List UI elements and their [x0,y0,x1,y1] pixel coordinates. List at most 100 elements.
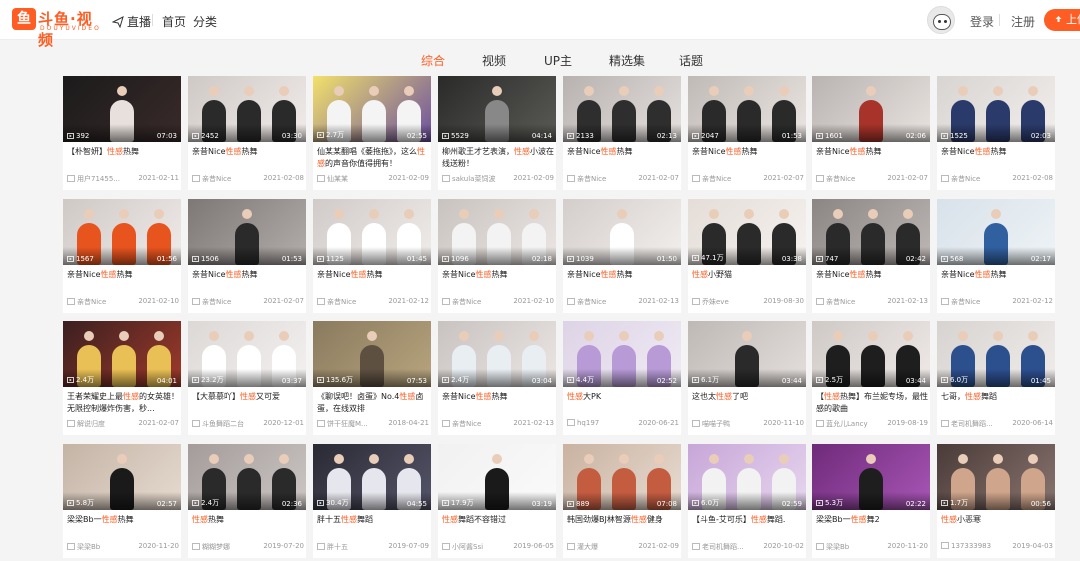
video-thumbnail[interactable]: 2133 02:13 [563,76,681,142]
video-thumbnail[interactable]: 23.2万 03:37 [188,321,306,387]
video-title[interactable]: 韩国劲爆BJ林智源性感健身 [567,514,679,538]
video-title[interactable]: 亲昔Nice性感热舞 [442,391,554,415]
video-thumbnail[interactable]: 2.7万 02:55 [313,76,431,142]
video-thumbnail[interactable]: 135.6万 07:53 [313,321,431,387]
video-title[interactable]: 《聊误吧！卤蛋》No.4性感卤蛋，在线双排 [317,391,429,415]
video-thumbnail[interactable]: 2.4万 04:01 [63,321,181,387]
video-thumbnail[interactable]: 392 07:03 [63,76,181,142]
uploader-link[interactable]: sakula菜饲波 [442,174,504,184]
uploader-link[interactable]: 梁梁Bb [67,542,129,552]
tab-videos[interactable]: 视频 [482,52,506,69]
video-card[interactable]: 6.0万 02:59 【斗鱼-艾可乐】性感舞蹈. 老司机舞蹈... 2020-10-02 [688,444,806,558]
video-title[interactable]: 【性感热舞】布兰妮专场，最性感的歌曲 [816,391,928,415]
video-title[interactable]: 性感小恶寒 [941,514,1053,538]
video-title[interactable]: 【斗鱼-艾可乐】性感舞蹈. [692,514,804,538]
video-thumbnail[interactable]: 5529 04:14 [438,76,556,142]
douyu-video-logo[interactable]: 鱼 斗鱼·视频 DOUYUVIDEO [12,8,100,49]
video-title[interactable]: 亲昔Nice性感热舞 [816,146,928,170]
video-thumbnail[interactable]: 6.1万 03:44 [688,321,806,387]
video-thumbnail[interactable]: 889 07:08 [563,444,681,510]
video-thumbnail[interactable]: 1096 02:18 [438,199,556,265]
uploader-link[interactable]: 亲昔Nice [192,174,254,184]
uploader-link[interactable]: 解说归度 [67,419,129,429]
video-card[interactable]: 2.4万 04:01 王者荣耀史上最性感的女英雄！无限控制爆炸伤害，秒... 解说归度… [63,321,181,435]
video-thumbnail[interactable]: 2.5万 03:44 [812,321,930,387]
video-thumbnail[interactable]: 1506 01:53 [188,199,306,265]
tab-topics[interactable]: 话题 [679,52,703,69]
video-card[interactable]: 2.7万 02:55 仙某某翻唱《萎拖拖》，这么性感的声音你值得拥有！ 仙某某 2021… [313,76,431,190]
video-card[interactable]: 47.1万 03:38 性感小野猫 乔妹eve 2019-08-30 [688,199,806,313]
video-thumbnail[interactable]: 2.4万 03:04 [438,321,556,387]
uploader-link[interactable]: hq197 [567,419,629,427]
uploader-link[interactable]: 亲昔Nice [442,419,504,429]
uploader-link[interactable]: 梁梁Bb [816,542,878,552]
video-title[interactable]: 亲昔Nice性感热舞 [567,146,679,170]
uploader-link[interactable]: 胖十五 [317,542,379,552]
video-title[interactable]: 王者荣耀史上最性感的女英雄！无限控制爆炸伤害，秒... [67,391,179,415]
video-thumbnail[interactable]: 2.4万 02:36 [188,444,306,510]
video-title[interactable]: 胖十五性感舞蹈 [317,514,429,538]
user-avatar[interactable] [927,6,955,34]
video-card[interactable]: 2.4万 02:36 性感热舞 糊糊梦娜 2019-07-20 [188,444,306,558]
video-card[interactable]: 2133 02:13 亲昔Nice性感热舞 亲昔Nice 2021-02-07 [563,76,681,190]
video-thumbnail[interactable]: 747 02:42 [812,199,930,265]
uploader-link[interactable]: 乔妹eve [692,297,754,307]
uploader-link[interactable]: 亲昔Nice [816,297,878,307]
video-card[interactable]: 2047 01:53 亲昔Nice性感热舞 亲昔Nice 2021-02-07 [688,76,806,190]
uploader-link[interactable]: 亲昔Nice [941,174,1003,184]
video-card[interactable]: 1601 02:06 亲昔Nice性感热舞 亲昔Nice 2021-02-07 [812,76,930,190]
video-title[interactable]: 这也太性感了吧 [692,391,804,415]
upload-button[interactable]: 上传 [1044,9,1080,31]
uploader-link[interactable]: 亲昔Nice [67,297,129,307]
video-title[interactable]: 性感热舞 [192,514,304,538]
video-thumbnail[interactable]: 47.1万 03:38 [688,199,806,265]
video-title[interactable]: 亲昔Nice性感热舞 [816,269,928,293]
uploader-link[interactable]: 亲昔Nice [567,174,629,184]
video-thumbnail[interactable]: 1.7万 00:56 [937,444,1055,510]
video-card[interactable]: 568 02:17 亲昔Nice性感热舞 亲昔Nice 2021-02-12 [937,199,1055,313]
uploader-link[interactable]: 喵喵子鸭 [692,419,754,429]
video-thumbnail[interactable]: 30.4万 04:55 [313,444,431,510]
video-title[interactable]: 性感小野猫 [692,269,804,293]
video-title[interactable]: 亲昔Nice性感热舞 [192,269,304,293]
video-card[interactable]: 6.1万 03:44 这也太性感了吧 喵喵子鸭 2020-11-10 [688,321,806,435]
uploader-link[interactable]: 亲昔Nice [692,174,754,184]
video-card[interactable]: 2.4万 03:04 亲昔Nice性感热舞 亲昔Nice 2021-02-13 [438,321,556,435]
video-card[interactable]: 1506 01:53 亲昔Nice性感热舞 亲昔Nice 2021-02-07 [188,199,306,313]
video-title[interactable]: 柳州歌王才艺表演，性感小波在线送粉！ [442,146,554,170]
uploader-link[interactable]: 蓝允儿Lancy [816,419,878,429]
video-title[interactable]: 【朴智妍】性感热舞 [67,146,179,170]
tab-all[interactable]: 综合 [421,52,445,69]
video-title[interactable]: 七哥，性感舞蹈 [941,391,1053,415]
video-card[interactable]: 6.0万 01:45 七哥，性感舞蹈 老司机舞蹈... 2020-06-14 [937,321,1055,435]
video-card[interactable]: 1039 01:50 亲昔Nice性感热舞 亲昔Nice 2021-02-13 [563,199,681,313]
uploader-link[interactable]: 137333983 [941,542,1003,550]
video-title[interactable]: 亲昔Nice性感热舞 [941,146,1053,170]
video-title[interactable]: 梁梁Bb一性感舞2 [816,514,928,538]
nav-live-link[interactable]: 直播 [112,13,151,30]
uploader-link[interactable]: 亲昔Nice [442,297,504,307]
video-thumbnail[interactable]: 6.0万 02:59 [688,444,806,510]
video-thumbnail[interactable]: 1039 01:50 [563,199,681,265]
uploader-link[interactable]: 小阿酱Ssi [442,542,504,552]
video-card[interactable]: 747 02:42 亲昔Nice性感热舞 亲昔Nice 2021-02-13 [812,199,930,313]
uploader-link[interactable]: 亲昔Nice [192,297,254,307]
uploader-link[interactable]: 亲昔Nice [567,297,629,307]
video-title[interactable]: 亲昔Nice性感热舞 [692,146,804,170]
video-title[interactable]: 亲昔Nice性感热舞 [941,269,1053,293]
tab-uploaders[interactable]: UP主 [544,52,572,69]
video-card[interactable]: 1567 01:56 亲昔Nice性感热舞 亲昔Nice 2021-02-10 [63,199,181,313]
video-card[interactable]: 5.3万 02:22 梁梁Bb一性感舞2 梁梁Bb 2020-11-20 [812,444,930,558]
video-card[interactable]: 23.2万 03:37 【大慕慕吖】性感又可爱 斗鱼舞蹈二台 2020-12-01 [188,321,306,435]
video-card[interactable]: 889 07:08 韩国劲爆BJ林智源性感健身 灌大爆 2021-02-09 [563,444,681,558]
video-title[interactable]: 亲昔Nice性感热舞 [567,269,679,293]
video-thumbnail[interactable]: 1601 02:06 [812,76,930,142]
video-card[interactable]: 2452 03:30 亲昔Nice性感热舞 亲昔Nice 2021-02-08 [188,76,306,190]
uploader-link[interactable]: 用户71455... [67,174,129,184]
video-thumbnail[interactable]: 4.4万 02:52 [563,321,681,387]
video-title[interactable]: 亲昔Nice性感热舞 [192,146,304,170]
uploader-link[interactable]: 灌大爆 [567,542,629,552]
uploader-link[interactable]: 斗鱼舞蹈二台 [192,419,254,429]
video-title[interactable]: 性感大PK [567,391,679,415]
video-card[interactable]: 2.5万 03:44 【性感热舞】布兰妮专场，最性感的歌曲 蓝允儿Lancy 2019-… [812,321,930,435]
